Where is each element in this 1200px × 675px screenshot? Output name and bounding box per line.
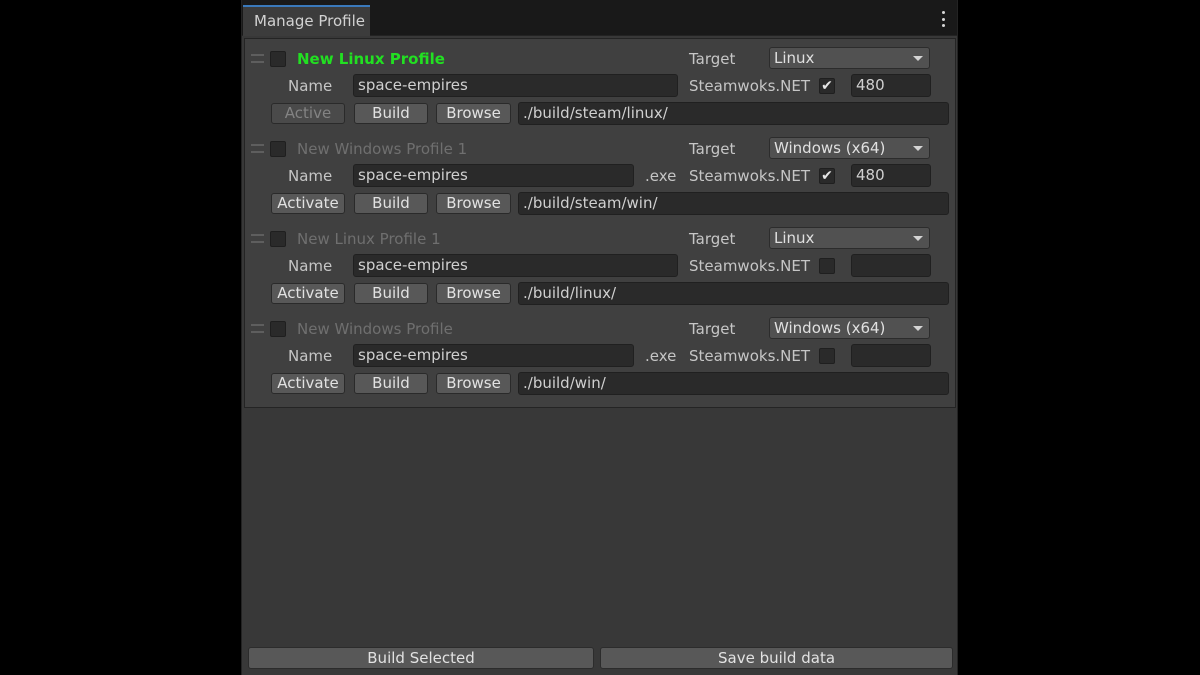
drag-handle-icon[interactable] [251,54,264,63]
profile-list: New Linux Profile Target Linux Name spac… [244,38,956,408]
build-path-input[interactable]: ./build/linux/ [518,282,949,305]
profile-select-checkbox[interactable] [270,231,286,247]
drag-handle-icon[interactable] [251,234,264,243]
name-input[interactable]: space-empires [353,254,678,277]
chevron-down-icon [913,326,923,331]
name-label: Name [288,167,333,185]
kebab-menu-icon[interactable] [941,11,945,27]
activate-button[interactable]: Activate [271,193,345,214]
manage-profile-window: Manage Profile New Linux Profile Target … [241,0,958,675]
profile-select-checkbox[interactable] [270,51,286,67]
build-path-input[interactable]: ./build/steam/linux/ [518,102,949,125]
activate-button[interactable]: Activate [271,283,345,304]
target-label: Target [689,320,736,338]
drag-handle-icon[interactable] [251,324,264,333]
app-id-input[interactable] [851,254,931,277]
profile-title: New Linux Profile [297,50,445,68]
name-label: Name [288,257,333,275]
build-button[interactable]: Build [354,283,428,304]
activate-button[interactable]: Active [271,103,345,124]
exe-suffix: .exe [645,167,677,185]
profile-title: New Windows Profile 1 [297,140,468,158]
build-path-input[interactable]: ./build/win/ [518,372,949,395]
steamworks-checkbox[interactable]: ✔ [819,168,835,184]
profile-entry-4: New Windows Profile Target Windows (x64)… [245,309,955,399]
steamworks-label: Steamwoks.NET [689,167,811,185]
name-input[interactable]: space-empires [353,164,634,187]
build-button[interactable]: Build [354,103,428,124]
profile-title: New Windows Profile [297,320,453,338]
app-id-input[interactable]: 480 [851,74,931,97]
build-selected-button[interactable]: Build Selected [248,647,594,669]
target-dropdown[interactable]: Linux [769,227,930,249]
target-dropdown[interactable]: Linux [769,47,930,69]
app-id-input[interactable] [851,344,931,367]
chevron-down-icon [913,146,923,151]
steamworks-checkbox[interactable]: ✔ [819,78,835,94]
profile-entry-3: New Linux Profile 1 Target Linux Name sp… [245,219,955,309]
profile-title: New Linux Profile 1 [297,230,441,248]
steamworks-checkbox[interactable] [819,258,835,274]
profile-entry-1: New Linux Profile Target Linux Name spac… [245,39,955,129]
target-value: Windows (x64) [774,139,886,157]
tab-bar: Manage Profile [242,0,957,36]
target-label: Target [689,140,736,158]
build-button[interactable]: Build [354,193,428,214]
build-button[interactable]: Build [354,373,428,394]
name-input[interactable]: space-empires [353,344,634,367]
profile-entry-2: New Windows Profile 1 Target Windows (x6… [245,129,955,219]
save-build-data-button[interactable]: Save build data [600,647,953,669]
steamworks-label: Steamwoks.NET [689,257,811,275]
activate-button[interactable]: Activate [271,373,345,394]
target-dropdown[interactable]: Windows (x64) [769,137,930,159]
name-label: Name [288,347,333,365]
app-id-input[interactable]: 480 [851,164,931,187]
profile-select-checkbox[interactable] [270,321,286,337]
target-value: Linux [774,229,815,247]
name-label: Name [288,77,333,95]
chevron-down-icon [913,236,923,241]
target-value: Windows (x64) [774,319,886,337]
steamworks-label: Steamwoks.NET [689,77,811,95]
browse-button[interactable]: Browse [436,103,511,124]
build-path-input[interactable]: ./build/steam/win/ [518,192,949,215]
tab-manage-profile[interactable]: Manage Profile [243,5,370,36]
target-label: Target [689,230,736,248]
exe-suffix: .exe [645,347,677,365]
target-dropdown[interactable]: Windows (x64) [769,317,930,339]
target-value: Linux [774,49,815,67]
profile-select-checkbox[interactable] [270,141,286,157]
steamworks-label: Steamwoks.NET [689,347,811,365]
target-label: Target [689,50,736,68]
chevron-down-icon [913,56,923,61]
name-input[interactable]: space-empires [353,74,678,97]
browse-button[interactable]: Browse [436,283,511,304]
browse-button[interactable]: Browse [436,193,511,214]
steamworks-checkbox[interactable] [819,348,835,364]
drag-handle-icon[interactable] [251,144,264,153]
browse-button[interactable]: Browse [436,373,511,394]
